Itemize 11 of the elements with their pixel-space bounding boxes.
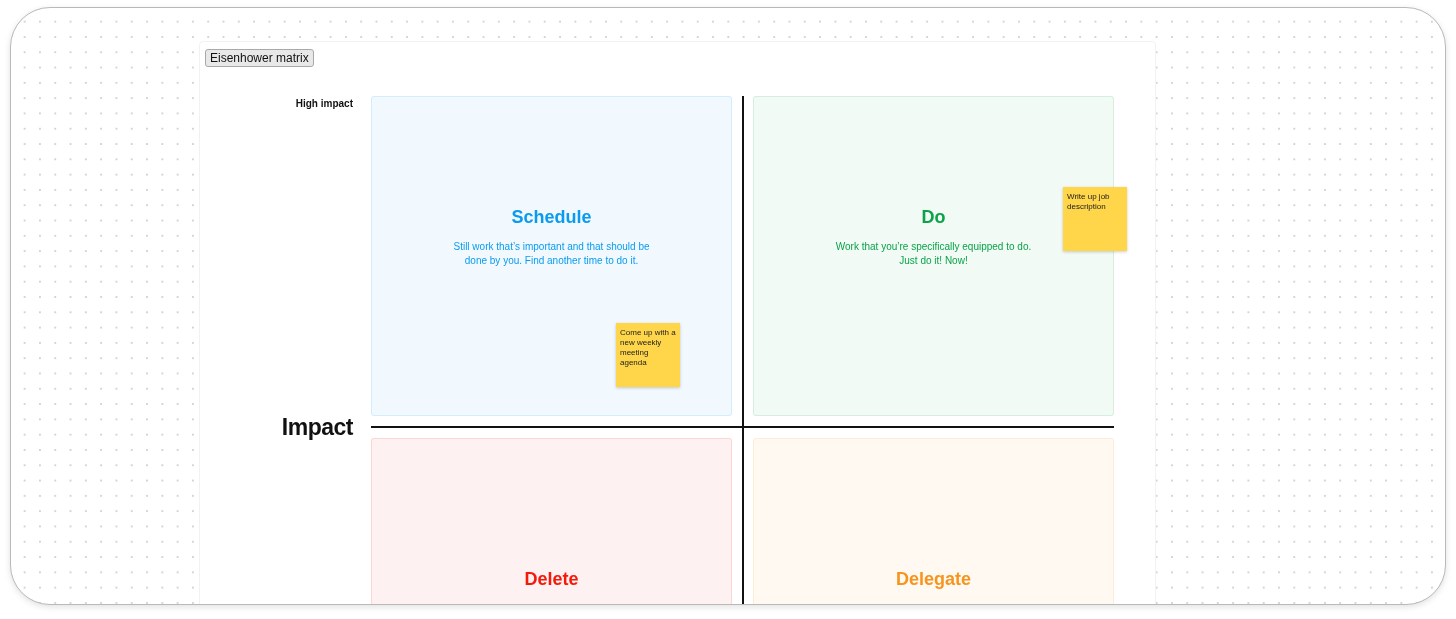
axis-label: Impact bbox=[281, 413, 353, 441]
quadrant-title: Schedule bbox=[511, 206, 592, 228]
quadrant-description: Still work that’s important and that should be done by you. Find another time to do it. bbox=[452, 239, 651, 268]
sticky-note[interactable]: Write up job description bbox=[1063, 187, 1127, 251]
sticky-note[interactable]: Come up with a new weekly meeting agenda bbox=[616, 323, 680, 387]
quadrant-title: Delegate bbox=[895, 568, 971, 590]
quadrant-description: Work that you’re specifically equipped to do. Just do it! Now! bbox=[834, 239, 1033, 268]
quadrant-title: Delete bbox=[524, 568, 579, 590]
board-title-button[interactable]: Eisenhower matrix bbox=[205, 49, 314, 67]
quadrant-title: Do bbox=[921, 206, 946, 228]
row-label: High impact bbox=[295, 98, 353, 109]
